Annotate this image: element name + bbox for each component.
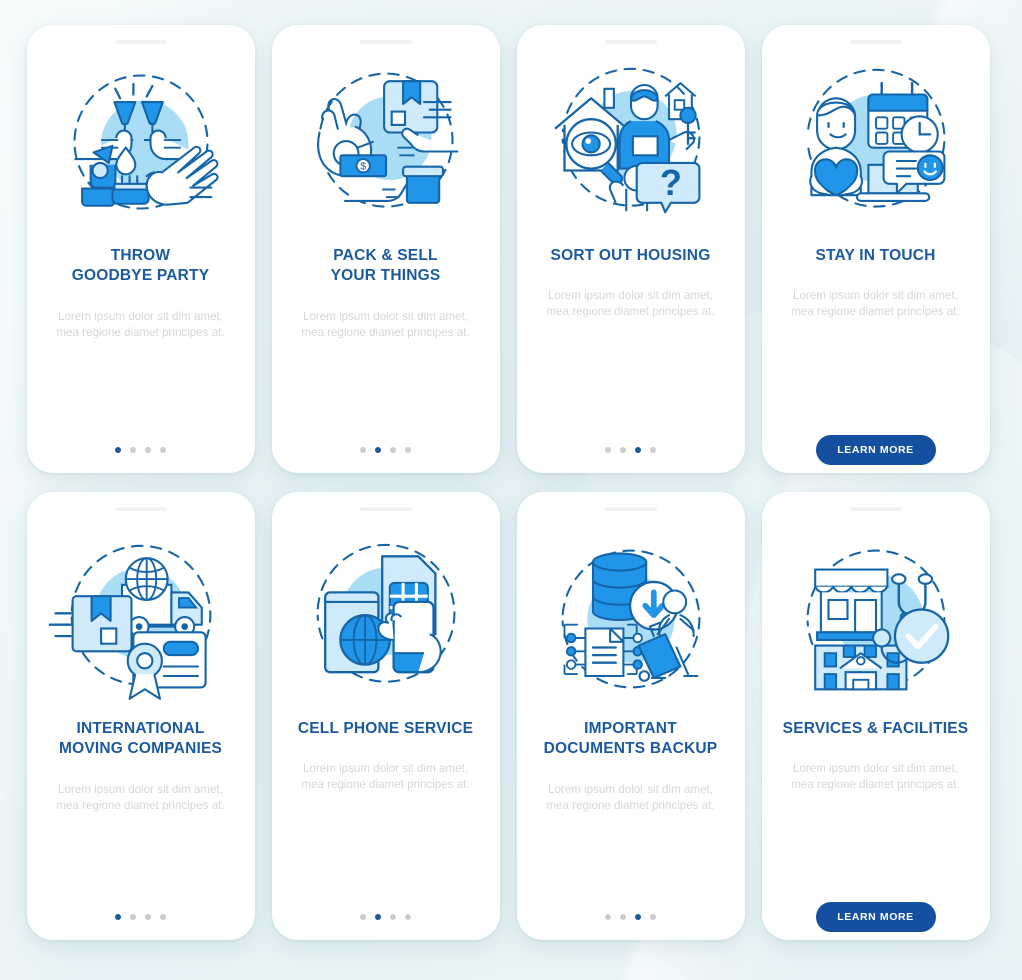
pagination-dot[interactable] <box>605 447 611 453</box>
onboarding-screen-services-facilities: SERVICES & FACILITIES Lorem ipsum dolor s… <box>761 492 990 940</box>
onboarding-card-cell: SERVICES & FACILITIES Lorem ipsum dolor s… <box>753 492 998 947</box>
card-footer <box>27 427 255 473</box>
pagination-dot-active[interactable] <box>115 447 121 453</box>
phone-speaker-bar <box>114 507 167 511</box>
phone-speaker-bar <box>849 40 902 44</box>
pagination-dot[interactable] <box>360 914 366 920</box>
phone-speaker-bar <box>849 507 902 511</box>
card-title: SORT OUT HOUSING <box>550 247 711 264</box>
card-footer <box>517 427 745 473</box>
onboarding-card-cell: THROW GOODBYE PARTY Lorem ipsum dolor sit … <box>18 25 263 480</box>
onboarding-screen-stay-in-touch: STAY IN TOUCH Lorem ipsum dolor sit dim a… <box>761 25 990 473</box>
svg-text:$: $ <box>360 162 366 173</box>
onboarding-screen-pack-sell-your-things: $ PACK & SELL YOUR THINGS Lorem ipsum dolo… <box>271 25 500 473</box>
pagination-dot[interactable] <box>650 914 656 920</box>
pagination-dot[interactable] <box>405 447 411 453</box>
pagination-dot[interactable] <box>650 447 656 453</box>
pagination-dots[interactable] <box>605 914 656 920</box>
card-footer: LEARN MORE <box>762 894 990 940</box>
pagination-dot[interactable] <box>360 447 366 453</box>
card-title: IMPORTANT DOCUMENTS BACKUP <box>543 720 718 758</box>
database-document-traveler-icon <box>536 533 726 705</box>
pagination-dot[interactable] <box>160 447 166 453</box>
card-description: Lorem ipsum dolor sit dim amet, mea regi… <box>301 762 470 792</box>
house-search-agent-icon: ? <box>536 56 726 228</box>
pagination-dot-active[interactable] <box>115 914 121 920</box>
onboarding-card-cell: STAY IN TOUCH Lorem ipsum dolor sit dim a… <box>753 25 998 480</box>
pagination-dot[interactable] <box>620 447 626 453</box>
pagination-dot[interactable] <box>130 447 136 453</box>
onboarding-screen-sort-out-housing: ? SORT OUT HOUSING Lorem ipsum dolor sit … <box>516 25 745 473</box>
card-footer <box>272 427 500 473</box>
pagination-dot[interactable] <box>605 914 611 920</box>
pagination-dot-active[interactable] <box>635 914 641 920</box>
pagination-dot[interactable] <box>145 447 151 453</box>
pagination-dot[interactable] <box>160 914 166 920</box>
box-money-sell-icon: $ <box>291 56 481 228</box>
card-footer <box>27 894 255 940</box>
onboarding-screen-cell-phone-service: CELL PHONE SERVICE Lorem ipsum dolor sit … <box>271 492 500 940</box>
onboarding-card-cell: ? SORT OUT HOUSING Lorem ipsum dolor sit … <box>508 25 753 480</box>
onboarding-screens-grid: THROW GOODBYE PARTY Lorem ipsum dolor sit … <box>0 0 1022 980</box>
pagination-dots[interactable] <box>360 447 411 453</box>
pagination-dot[interactable] <box>130 914 136 920</box>
card-description: Lorem ipsum dolor sit dim amet, mea regi… <box>791 762 960 792</box>
card-footer <box>272 894 500 940</box>
card-description: Lorem ipsum dolor sit dim amet, mea regi… <box>56 782 225 812</box>
card-description: Lorem ipsum dolor sit dim amet, mea regi… <box>791 289 960 319</box>
card-description: Lorem ipsum dolor sit dim amet, mea regi… <box>56 309 225 339</box>
onboarding-screen-international-moving-companies: INTERNATIONAL MOVING COMPANIES Lorem ipsum… <box>26 492 255 940</box>
learn-more-button[interactable]: LEARN MORE <box>815 902 936 932</box>
onboarding-card-cell: INTERNATIONAL MOVING COMPANIES Lorem ipsum… <box>18 492 263 947</box>
pagination-dot[interactable] <box>145 914 151 920</box>
svg-text:?: ? <box>659 162 681 203</box>
pagination-dot[interactable] <box>390 447 396 453</box>
onboarding-card-cell: $ PACK & SELL YOUR THINGS Lorem ipsum dolo… <box>263 25 508 480</box>
card-title: INTERNATIONAL MOVING COMPANIES <box>58 720 223 758</box>
card-title: SERVICES & FACILITIES <box>782 720 969 737</box>
onboarding-card-cell: CELL PHONE SERVICE Lorem ipsum dolor sit … <box>263 492 508 947</box>
phone-speaker-bar <box>604 507 657 511</box>
card-title: CELL PHONE SERVICE <box>297 720 474 737</box>
pagination-dot-active[interactable] <box>375 914 381 920</box>
card-title: STAY IN TOUCH <box>815 247 936 264</box>
card-description: Lorem ipsum dolor sit dim amet, mea regi… <box>546 782 715 812</box>
card-description: Lorem ipsum dolor sit dim amet, mea regi… <box>301 309 470 339</box>
card-title: PACK & SELL YOUR THINGS <box>330 247 441 285</box>
pagination-dot[interactable] <box>390 914 396 920</box>
card-title: THROW GOODBYE PARTY <box>71 247 210 285</box>
sim-card-phone-globe-icon <box>291 533 481 705</box>
pagination-dots[interactable] <box>605 447 656 453</box>
pagination-dot-active[interactable] <box>375 447 381 453</box>
card-description: Lorem ipsum dolor sit dim amet, mea regi… <box>546 289 715 319</box>
phone-speaker-bar <box>359 40 412 44</box>
phone-speaker-bar <box>114 40 167 44</box>
card-footer <box>517 894 745 940</box>
card-footer: LEARN MORE <box>762 427 990 473</box>
truck-globe-certificate-icon <box>46 533 236 705</box>
pagination-dots[interactable] <box>115 447 166 453</box>
onboarding-card-cell: IMPORTANT DOCUMENTS BACKUP Lorem ipsum dol… <box>508 492 753 947</box>
phone-speaker-bar <box>359 507 412 511</box>
onboarding-screen-important-documents-backup: IMPORTANT DOCUMENTS BACKUP Lorem ipsum dol… <box>516 492 745 940</box>
phone-speaker-bar <box>604 40 657 44</box>
pagination-dot[interactable] <box>405 914 411 920</box>
cheers-party-icon <box>46 56 236 228</box>
shop-hospital-stethoscope-icon <box>781 533 971 705</box>
pagination-dot[interactable] <box>620 914 626 920</box>
pagination-dot-active[interactable] <box>635 447 641 453</box>
calendar-chat-heart-icon <box>781 56 971 228</box>
learn-more-button[interactable]: LEARN MORE <box>815 435 936 465</box>
pagination-dots[interactable] <box>360 914 411 920</box>
pagination-dots[interactable] <box>115 914 166 920</box>
onboarding-screen-throw-goodbye-party: THROW GOODBYE PARTY Lorem ipsum dolor sit … <box>26 25 255 473</box>
